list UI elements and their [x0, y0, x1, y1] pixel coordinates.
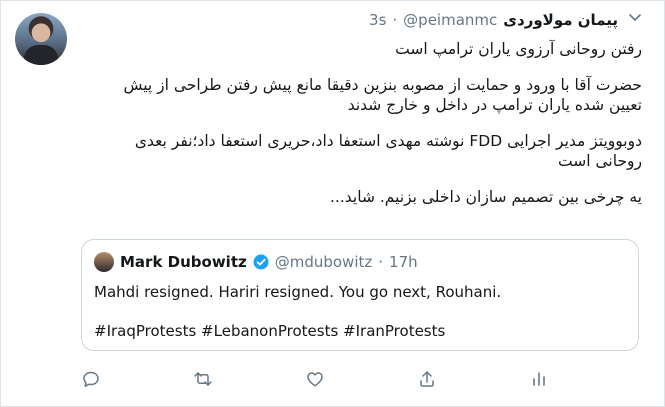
tweet-header: پیمان مولاوردی @peimanmc · 3s	[369, 9, 618, 31]
tweet-paragraph: یه چرخی بین تصمیم سازان داخلی بزنیم. شای…	[329, 188, 642, 206]
quoted-author-avatar	[94, 252, 114, 272]
tweet-paragraph: دوبوویتز مدیر اجرایی FDD نوشته مهدی استع…	[134, 132, 642, 170]
author-name[interactable]: پیمان مولاوردی	[503, 11, 618, 29]
quoted-tweet[interactable]: Mark Dubowitz @mdubowitz · 17h Mahdi res…	[81, 239, 639, 351]
share-icon[interactable]	[417, 369, 439, 391]
quoted-tweet-hashtags[interactable]: #IraqProtests #LebanonProtests #IranProt…	[94, 322, 445, 340]
tweet-card[interactable]: پیمان مولاوردی @peimanmc · 3s رفتن روحان…	[0, 0, 665, 407]
author-avatar[interactable]	[15, 13, 67, 65]
reply-icon[interactable]	[81, 369, 103, 391]
quoted-author-name: Mark Dubowitz	[120, 253, 247, 271]
analytics-icon[interactable]	[529, 369, 551, 391]
quoted-timestamp: 17h	[389, 253, 418, 271]
quoted-tweet-header: Mark Dubowitz @mdubowitz · 17h	[94, 252, 418, 272]
quoted-tweet-text: Mahdi resigned. Hariri resigned. You go …	[94, 283, 502, 301]
header-separator: ·	[392, 11, 398, 29]
heart-icon[interactable]	[305, 369, 327, 391]
retweet-icon[interactable]	[193, 369, 215, 391]
verified-badge-icon	[253, 254, 269, 270]
tweet-paragraph: رفتن روحانی آرزوی یاران ترامپ است	[395, 40, 642, 58]
tweet-timestamp[interactable]: 3s	[369, 11, 386, 29]
tweet-paragraph: حضرت آقا با ورود و حمایت از مصوبه بنزین …	[123, 76, 642, 114]
tweet-text: رفتن روحانی آرزوی یاران ترامپ است حضرت آ…	[122, 39, 642, 223]
tweet-action-bar	[81, 369, 551, 391]
quoted-author-handle: @mdubowitz	[274, 253, 373, 271]
chevron-down-icon[interactable]	[628, 13, 642, 23]
quoted-header-separator: ·	[378, 253, 384, 271]
author-handle[interactable]: @peimanmc	[403, 11, 497, 29]
